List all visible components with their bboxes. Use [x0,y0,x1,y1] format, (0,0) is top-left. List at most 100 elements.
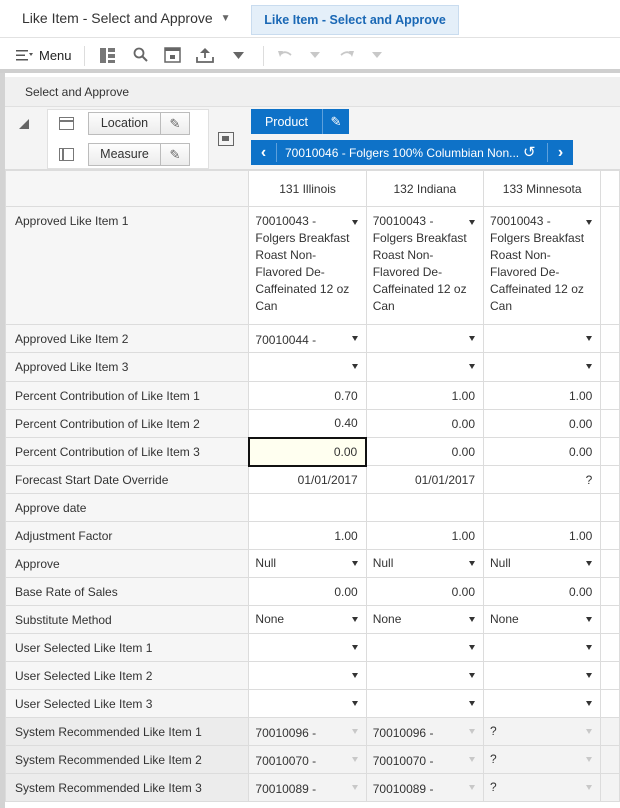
dropdown-cell[interactable] [483,689,602,718]
numeric-cell[interactable]: 01/01/2017 [365,465,485,494]
dropdown-caret-icon[interactable] [469,728,476,734]
dropdown-caret-icon[interactable] [586,560,593,566]
column-header[interactable]: 133 Minnesota [483,170,602,207]
tab-like-item-select-approve[interactable]: Like Item - Select and Approve ▼ [22,10,231,26]
chevron-down-icon[interactable]: ▼ [221,13,231,24]
export-icon[interactable] [196,46,214,64]
calendar-view-icon[interactable] [164,46,181,64]
dropdown-caret-icon[interactable] [351,220,358,225]
numeric-cell[interactable]: 0.00 [365,409,485,438]
product-member-label[interactable]: 70010046 - Folgers 100% Columbian Non... [285,146,519,160]
location-dimension-button[interactable]: Location ✎ [88,112,190,135]
numeric-cell[interactable]: 0.70 [248,381,367,410]
dropdown-cell[interactable] [483,352,602,382]
dropdown-cell[interactable] [483,324,602,353]
chevron-down-icon[interactable] [233,46,244,64]
numeric-cell[interactable]: 1.00 [483,521,602,550]
edit-pencil-icon[interactable]: ✎ [323,109,349,134]
dropdown-cell[interactable]: 70010096 - [365,717,485,746]
numeric-cell[interactable]: 0.00 [483,409,602,438]
edit-pencil-icon[interactable]: ✎ [161,147,189,163]
numeric-cell[interactable]: 0.00 [483,437,602,466]
dropdown-cell[interactable] [248,352,367,382]
dropdown-cell[interactable] [365,352,485,382]
dropdown-caret-icon[interactable] [586,644,593,650]
numeric-cell[interactable] [365,493,485,522]
numeric-cell[interactable]: 1.00 [365,381,485,410]
dropdown-cell[interactable]: Null [248,549,367,578]
numeric-cell[interactable] [483,493,602,522]
numeric-cell[interactable]: 0.00 [248,577,367,606]
dropdown-cell[interactable]: ? [483,717,602,746]
next-arrow-icon[interactable]: › [547,143,573,162]
dropdown-cell[interactable] [365,661,485,690]
menu-button[interactable]: Menu [16,46,72,64]
dropdown-cell[interactable]: None [365,605,485,634]
column-header[interactable]: 132 Indiana [365,170,485,207]
numeric-cell[interactable]: 1.00 [483,381,602,410]
numeric-cell[interactable]: ? [483,465,602,494]
product-dimension-button[interactable]: Product ✎ [251,109,349,134]
dropdown-caret-icon[interactable] [351,728,358,734]
redo-icon[interactable] [339,46,355,64]
dropdown-caret-icon[interactable] [586,728,593,734]
dropdown-cell[interactable]: 70010043 - Folgers Breakfast Roast Non-F… [365,206,485,325]
collapse-triangle-icon[interactable] [19,119,29,129]
chevron-down-icon[interactable] [310,46,320,64]
dropdown-cell[interactable]: ? [483,773,602,802]
dropdown-caret-icon[interactable] [351,335,358,341]
column-header[interactable]: 131 Illinois [248,170,367,207]
dropdown-caret-icon[interactable] [469,756,476,762]
dropdown-cell[interactable] [365,324,485,353]
numeric-cell[interactable]: 0.40 [248,409,367,438]
dropdown-cell[interactable] [483,661,602,690]
dropdown-cell[interactable]: 70010089 - [365,773,485,802]
numeric-cell[interactable]: 1.00 [365,521,485,550]
dropdown-cell[interactable]: 70010089 - [248,773,367,802]
dropdown-cell[interactable]: Null [365,549,485,578]
dropdown-cell[interactable] [248,661,367,690]
dropdown-caret-icon[interactable] [469,616,476,622]
numeric-cell[interactable]: 0.00 [365,577,485,606]
dropdown-cell[interactable]: 70010044 - [248,324,367,353]
search-icon[interactable] [133,46,149,64]
dropdown-cell[interactable]: 70010043 - Folgers Breakfast Roast Non-F… [483,206,602,325]
dropdown-caret-icon[interactable] [586,784,593,790]
dropdown-cell[interactable] [365,689,485,718]
dropdown-caret-icon[interactable] [351,644,358,650]
selected-cell[interactable]: 0.00 [247,436,368,467]
dropdown-cell[interactable]: 70010070 - [248,745,367,774]
dropdown-caret-icon[interactable] [469,784,476,790]
dropdown-caret-icon[interactable] [586,364,593,369]
dropdown-caret-icon[interactable] [586,756,593,762]
dropdown-caret-icon[interactable] [351,756,358,762]
dropdown-cell[interactable]: None [248,605,367,634]
layout-icon[interactable] [99,46,116,64]
dropdown-caret-icon[interactable] [351,700,358,706]
dropdown-cell[interactable]: 70010043 - Folgers Breakfast Roast Non-F… [248,206,367,325]
dropdown-cell[interactable] [248,633,367,662]
numeric-cell[interactable]: 01/01/2017 [248,465,367,494]
dropdown-caret-icon[interactable] [586,672,593,678]
dropdown-caret-icon[interactable] [469,644,476,650]
measure-dimension-button[interactable]: Measure ✎ [88,143,190,166]
numeric-cell[interactable] [248,493,367,522]
dropdown-cell[interactable]: Null [483,549,602,578]
dropdown-caret-icon[interactable] [586,220,593,225]
dropdown-caret-icon[interactable] [469,335,476,341]
dropdown-caret-icon[interactable] [469,560,476,566]
dropdown-cell[interactable]: ? [483,745,602,774]
dropdown-caret-icon[interactable] [586,616,593,622]
edit-pencil-icon[interactable]: ✎ [161,116,189,132]
undo-icon[interactable] [277,46,293,64]
dropdown-caret-icon[interactable] [351,560,358,566]
previous-arrow-icon[interactable]: ‹ [251,143,277,162]
dropdown-caret-icon[interactable] [586,335,593,341]
numeric-cell[interactable]: 0.00 [483,577,602,606]
tab-like-item-select-approve-active[interactable]: Like Item - Select and Approve [251,5,459,35]
dropdown-caret-icon[interactable] [469,220,476,225]
dropdown-caret-icon[interactable] [351,784,358,790]
dropdown-caret-icon[interactable] [469,364,476,369]
dropdown-caret-icon[interactable] [351,364,358,369]
numeric-cell[interactable]: 0.00 [365,437,485,466]
